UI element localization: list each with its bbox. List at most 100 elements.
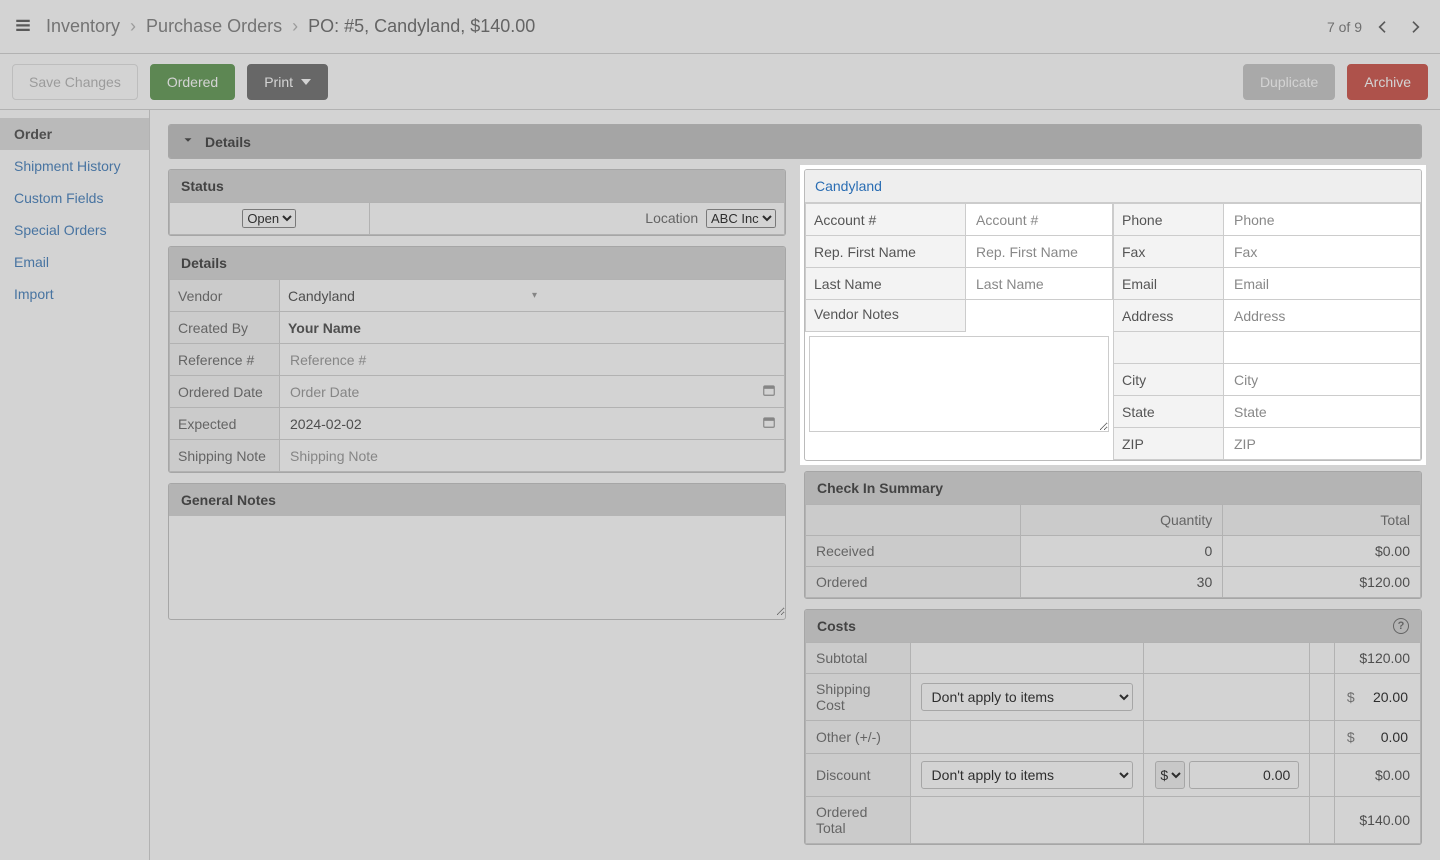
zip-label: ZIP: [1114, 428, 1224, 460]
sidebar-item-order[interactable]: Order: [0, 118, 149, 150]
reference-input[interactable]: [288, 351, 776, 369]
other-cost-input[interactable]: [1361, 728, 1410, 746]
crumb-current-rest: #5, Candyland, $140.00: [339, 16, 535, 36]
top-bar: Inventory › Purchase Orders › PO: #5, Ca…: [0, 0, 1440, 54]
chevron-right-icon: ›: [130, 16, 136, 37]
address-input[interactable]: [1232, 307, 1412, 325]
discount-value: $0.00: [1334, 754, 1420, 797]
sidebar-item-shipment-history[interactable]: Shipment History: [0, 150, 149, 182]
rep-first-name-input[interactable]: [974, 243, 1104, 261]
ordered-total-label: Ordered Total: [806, 797, 911, 844]
crumb-inventory[interactable]: Inventory: [46, 16, 120, 37]
general-notes-input[interactable]: [169, 516, 785, 616]
costs-header: Costs ?: [805, 610, 1421, 642]
last-name-label: Last Name: [806, 268, 966, 300]
caret-down-icon: ▾: [532, 290, 776, 301]
state-label: State: [1114, 396, 1224, 428]
apply-bar: Apply changes: [804, 855, 1422, 860]
account-input[interactable]: [974, 211, 1104, 229]
vendor-value: Candyland: [288, 288, 532, 304]
chevron-down-icon: [181, 133, 195, 150]
created-by-value: Your Name: [288, 320, 361, 336]
sidebar-item-special-orders[interactable]: Special Orders: [0, 214, 149, 246]
subtotal-label: Subtotal: [806, 643, 911, 674]
pager-text: 7 of 9: [1327, 19, 1362, 35]
ordered-button[interactable]: Ordered: [150, 64, 235, 100]
expected-label: Expected: [170, 408, 280, 440]
vendor-label: Vendor: [170, 280, 280, 312]
discount-label: Discount: [806, 754, 911, 797]
checkin-header: Check In Summary: [805, 472, 1421, 504]
help-icon[interactable]: ?: [1393, 618, 1409, 634]
city-label: City: [1114, 364, 1224, 396]
checkin-received-label: Received: [806, 536, 1021, 567]
email-input[interactable]: [1232, 275, 1412, 293]
discount-currency-select[interactable]: $: [1155, 761, 1185, 789]
location-select[interactable]: ABC Inc: [706, 209, 776, 228]
ordered-date-label: Ordered Date: [170, 376, 280, 408]
sidebar-item-custom-fields[interactable]: Custom Fields: [0, 182, 149, 214]
checkin-ordered-total: $120.00: [1223, 567, 1421, 598]
address2-input[interactable]: [1232, 339, 1412, 357]
calendar-icon[interactable]: [762, 383, 776, 400]
vendor-link[interactable]: Candyland: [815, 178, 882, 194]
sidebar-item-import[interactable]: Import: [0, 278, 149, 310]
details-sub-header: Details: [169, 247, 785, 279]
phone-label: Phone: [1114, 204, 1224, 236]
address-label: Address: [1114, 300, 1224, 332]
general-notes-header: General Notes: [169, 484, 785, 516]
discount-apply-select[interactable]: Don't apply to items: [921, 761, 1134, 789]
costs-panel: Costs ? Subtotal $120.00 Shipping Cost D…: [804, 609, 1422, 845]
body: Order Shipment History Custom Fields Spe…: [0, 110, 1440, 860]
calendar-icon[interactable]: [762, 415, 776, 432]
checkin-col-qty: Quantity: [1021, 505, 1223, 536]
checkin-received-qty: 0: [1021, 536, 1223, 567]
other-currency: $: [1347, 729, 1355, 745]
right-column: Candyland Account # Rep. First Name Last…: [804, 169, 1422, 860]
account-label: Account #: [806, 204, 966, 236]
status-select[interactable]: Open: [242, 209, 296, 228]
city-input[interactable]: [1232, 371, 1412, 389]
ordered-date-input[interactable]: [288, 383, 762, 401]
duplicate-button[interactable]: Duplicate: [1243, 64, 1335, 100]
crumb-purchase-orders[interactable]: Purchase Orders: [146, 16, 282, 37]
subtotal-value: $120.00: [1334, 643, 1420, 674]
menu-icon[interactable]: [14, 16, 32, 37]
save-changes-button[interactable]: Save Changes: [12, 64, 138, 100]
shipping-cost-label: Shipping Cost: [806, 674, 911, 721]
expected-input[interactable]: [288, 415, 762, 433]
pager-next-button[interactable]: [1404, 16, 1426, 38]
vendor-dropdown[interactable]: Candyland ▾: [288, 288, 776, 304]
phone-input[interactable]: [1232, 211, 1412, 229]
checkin-ordered-label: Ordered: [806, 567, 1021, 598]
rep-first-name-label: Rep. First Name: [806, 236, 966, 268]
details-header[interactable]: Details: [169, 125, 1421, 158]
vendor-notes-input[interactable]: [809, 336, 1109, 432]
shipping-apply-select[interactable]: Don't apply to items: [921, 683, 1134, 711]
ordered-total-value: $140.00: [1334, 797, 1420, 844]
shipping-cost-input[interactable]: [1361, 688, 1410, 706]
last-name-input[interactable]: [974, 275, 1104, 293]
shipping-note-input[interactable]: [288, 447, 776, 465]
status-panel: Status Open Location ABC Inc: [168, 169, 786, 236]
checkin-ordered-qty: 30: [1021, 567, 1223, 598]
pager-prev-button[interactable]: [1372, 16, 1394, 38]
details-title: Details: [205, 134, 251, 150]
archive-button[interactable]: Archive: [1347, 64, 1428, 100]
general-notes-panel: General Notes: [168, 483, 786, 620]
fax-input[interactable]: [1232, 243, 1412, 261]
zip-input[interactable]: [1232, 435, 1412, 453]
checkin-received-total: $0.00: [1223, 536, 1421, 567]
state-input[interactable]: [1232, 403, 1412, 421]
other-label: Other (+/-): [806, 721, 911, 754]
print-label: Print: [264, 74, 293, 90]
pager: 7 of 9: [1327, 16, 1426, 38]
vendor-panel: Candyland Account # Rep. First Name Last…: [804, 169, 1422, 461]
vendor-notes-label: Vendor Notes: [806, 300, 966, 332]
shipping-currency: $: [1347, 689, 1355, 705]
sidebar-item-email[interactable]: Email: [0, 246, 149, 278]
discount-input[interactable]: [1189, 761, 1299, 789]
print-button[interactable]: Print: [247, 64, 328, 100]
email-label: Email: [1114, 268, 1224, 300]
shipping-note-label: Shipping Note: [170, 440, 280, 472]
